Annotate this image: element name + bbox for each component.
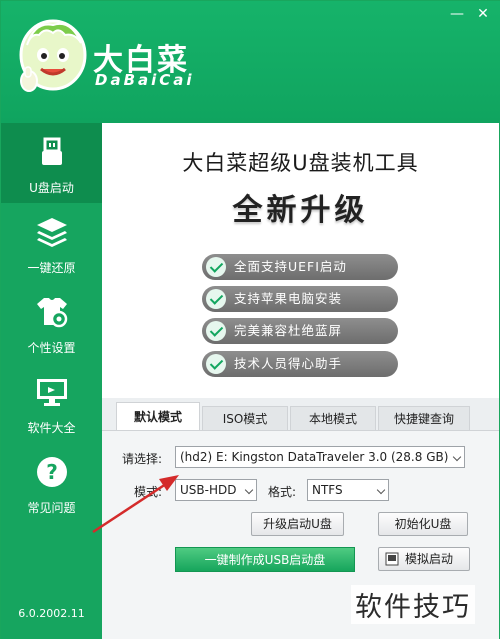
sidebar-item-label: 个性设置 <box>27 341 76 355</box>
simulate-boot-label: 模拟启动 <box>405 552 454 566</box>
sidebar-item-restore[interactable]: 一键还原 <box>1 203 102 283</box>
app-header: 大白菜 DaBaiCai — ✕ <box>1 1 500 123</box>
feature-text: 全面支持UEFI启动 <box>234 259 347 274</box>
sidebar-item-faq[interactable]: ? 常见问题 <box>1 443 102 523</box>
check-icon <box>206 257 226 277</box>
sidebar-item-label: 常见问题 <box>27 501 76 515</box>
device-select[interactable]: (hd2) E: Kingston DataTraveler 3.0 (28.8… <box>175 446 465 468</box>
upgrade-usb-button[interactable]: 升级启动U盘 <box>251 512 344 536</box>
simulate-boot-button[interactable]: 模拟启动 <box>378 547 470 571</box>
monitor-icon <box>37 379 67 406</box>
tab-local-mode[interactable]: 本地模式 <box>290 406 376 430</box>
feature-pill: 技术人员得心助手 <box>202 351 398 377</box>
sidebar: U盘启动 一键还原 个性设置 软件大全 ? 常见问题 6.0.2002.11 <box>1 123 102 639</box>
format-select[interactable]: NTFS <box>307 479 389 501</box>
page-subtitle: 全新升级 <box>232 193 369 228</box>
feature-pill: 全面支持UEFI启动 <box>202 254 398 280</box>
layers-icon <box>37 218 67 247</box>
tab-shortcut-query[interactable]: 快捷键查询 <box>378 406 470 430</box>
check-icon <box>206 321 226 341</box>
format-select-value: NTFS <box>312 483 343 497</box>
brand-name-en: DaBaiCai <box>95 71 195 89</box>
chevron-down-icon <box>376 485 386 495</box>
format-label: 格式: <box>268 485 297 499</box>
device-select-label: 请选择: <box>122 452 163 466</box>
sidebar-item-usb-boot[interactable]: U盘启动 <box>1 123 102 203</box>
sidebar-item-label: 一键还原 <box>27 261 76 275</box>
feature-text: 完美兼容杜绝蓝屏 <box>234 323 343 338</box>
shirt-gear-icon <box>37 298 68 328</box>
mode-label: 模式: <box>134 485 163 499</box>
feature-pill: 完美兼容杜绝蓝屏 <box>202 318 398 344</box>
check-icon <box>206 354 226 374</box>
feature-pill: 支持苹果电脑安装 <box>202 286 398 312</box>
tab-default-mode[interactable]: 默认模式 <box>116 402 200 430</box>
sidebar-item-label: 软件大全 <box>27 421 76 435</box>
chevron-down-icon <box>452 452 462 462</box>
question-icon: ? <box>37 457 67 487</box>
feature-text: 技术人员得心助手 <box>234 356 343 371</box>
tab-iso-mode[interactable]: ISO模式 <box>202 406 288 430</box>
simulate-icon <box>385 552 399 566</box>
main-panel: 大白菜超级U盘装机工具 全新升级 全面支持UEFI启动 支持苹果电脑安装 完美兼… <box>102 123 499 639</box>
minimize-button[interactable]: — <box>449 7 465 21</box>
watermark-text: 软件技巧 <box>351 585 475 624</box>
sidebar-item-label: U盘启动 <box>29 181 74 195</box>
version-label: 6.0.2002.11 <box>18 607 85 620</box>
sidebar-item-software[interactable]: 软件大全 <box>1 363 102 443</box>
page-title: 大白菜超级U盘装机工具 <box>182 151 419 175</box>
sidebar-item-personalize[interactable]: 个性设置 <box>1 283 102 363</box>
app-window: 大白菜 DaBaiCai — ✕ U盘启动 一键还原 个性设置 软件大全 ? 常… <box>0 0 500 639</box>
mode-select[interactable]: USB-HDD <box>175 479 257 501</box>
make-boot-usb-button[interactable]: 一键制作成USB启动盘 <box>175 547 355 572</box>
svg-text:?: ? <box>46 460 58 484</box>
feature-text: 支持苹果电脑安装 <box>234 291 343 306</box>
init-usb-button[interactable]: 初始化U盘 <box>378 512 468 536</box>
device-select-value: (hd2) E: Kingston DataTraveler 3.0 (28.8… <box>180 450 449 464</box>
check-icon <box>206 289 226 309</box>
cabbage-mascot-logo <box>19 19 87 92</box>
chevron-down-icon <box>244 485 254 495</box>
close-button[interactable]: ✕ <box>475 7 491 21</box>
mode-select-value: USB-HDD <box>180 483 237 497</box>
usb-drive-icon <box>42 137 62 165</box>
